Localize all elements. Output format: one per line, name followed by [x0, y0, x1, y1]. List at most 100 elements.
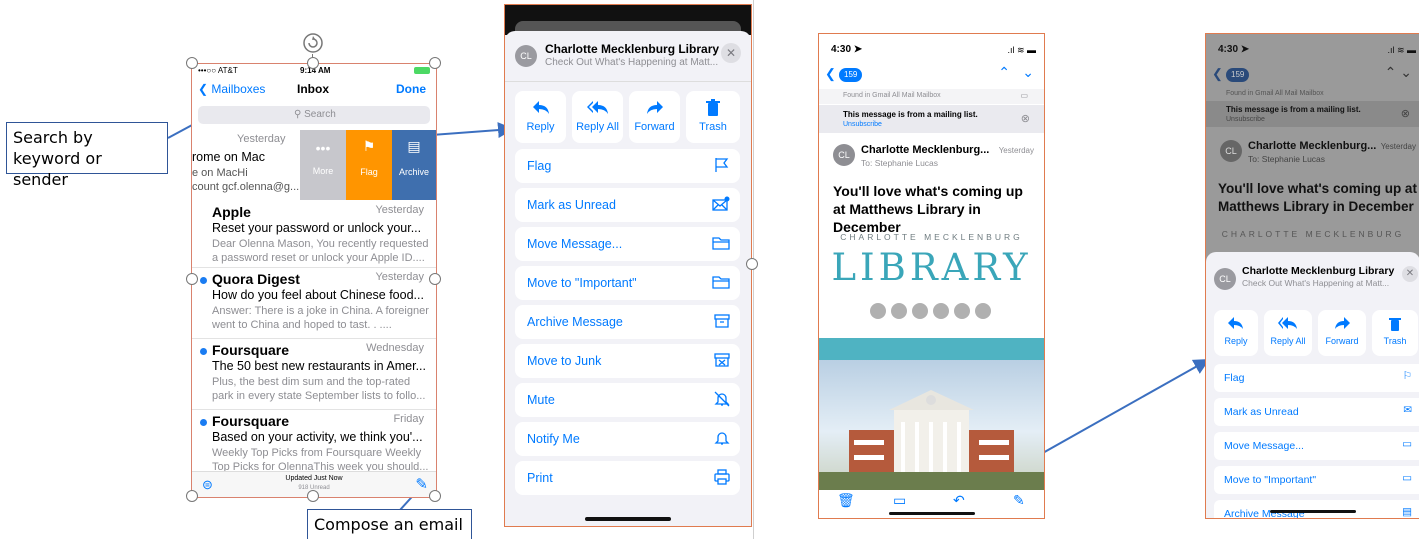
back-button[interactable]: ❮ [825, 66, 836, 82]
mute-menu-item[interactable]: Mute [515, 383, 740, 417]
flag-menu-item[interactable]: Flag ⚐ [1214, 364, 1419, 392]
close-banner-icon[interactable]: ⊗ [1401, 107, 1410, 120]
chevron-down-icon[interactable]: ⌄ [1022, 64, 1034, 81]
trash-button[interactable]: Trash [1372, 310, 1418, 356]
flag-menu-item[interactable]: Flag [515, 149, 740, 183]
folder-icon[interactable]: ▭ [893, 492, 906, 509]
compose-callout: Compose an email [307, 509, 472, 539]
location-arrow-icon: ➤ [1240, 44, 1250, 55]
move-important-menu-item[interactable]: Move to "Important" [515, 266, 740, 300]
found-in-bar: Found in Gmail All Mail Mailbox ▭ [819, 89, 1044, 104]
home-indicator [889, 512, 975, 515]
menu-label: Mute [527, 393, 555, 407]
compose-icon[interactable]: ✎ [415, 475, 428, 493]
mail-row[interactable]: Foursquare Wednesday The 50 best new res… [192, 339, 436, 410]
resize-handle[interactable] [186, 490, 198, 502]
close-icon[interactable]: ✕ [1402, 266, 1418, 282]
resize-handle[interactable] [429, 273, 441, 285]
trash-button[interactable]: Trash [686, 91, 740, 143]
compose-icon[interactable]: ✎ [1013, 492, 1025, 509]
reply-icon [515, 99, 566, 121]
chevron-up-icon[interactable]: ⌃ [998, 64, 1010, 81]
more-swipe-button[interactable]: ••• More [300, 130, 346, 200]
resize-handle[interactable] [307, 490, 319, 502]
mail-row[interactable]: Quora Digest Yesterday How do you feel a… [192, 268, 436, 339]
unread-dot-icon [200, 419, 207, 426]
avatar: CL [1214, 268, 1236, 290]
email-sender: Charlotte Mecklenburg... [861, 144, 990, 156]
menu-label: Move to "Important" [527, 276, 637, 290]
move-important-menu-item[interactable]: Move to "Important" ▭ [1214, 466, 1419, 494]
archive-icon: ▤ [407, 138, 421, 154]
forward-label: Forward [634, 121, 675, 133]
resize-handle[interactable] [186, 273, 198, 285]
mail-preview-line1: Weekly Top Picks from Foursquare Weekly [212, 447, 422, 459]
resize-handle[interactable] [429, 490, 441, 502]
trash-icon[interactable]: 🗑 [837, 492, 855, 509]
trash-label: Trash [699, 121, 727, 133]
move-message-menu-item[interactable]: Move Message... [515, 227, 740, 261]
back-button[interactable]: ❮ [1212, 66, 1223, 82]
unread-badge: 159 [1226, 68, 1250, 82]
resize-handle[interactable] [746, 258, 758, 270]
mailing-list-text: This message is from a mailing list. [1226, 105, 1361, 114]
action-sheet: CL Charlotte Mecklenburg Library Check O… [1206, 252, 1419, 518]
mail-preview-line2: went to China and hoped to tast. . .... [212, 319, 392, 331]
mark-unread-menu-item[interactable]: Mark as Unread ✉ [1214, 398, 1419, 426]
close-banner-icon[interactable]: ⊗ [1021, 112, 1030, 125]
reply-sheet-screen: 4:30 ➤ .ıl ≋ ▬ ❮ 159 ⌃ ⌄ Found in Gmail … [1205, 33, 1419, 519]
mail-sender: Quora Digest [212, 271, 300, 287]
archive-menu-item[interactable]: Archive Message [515, 305, 740, 339]
rotate-handle-icon[interactable] [302, 32, 324, 54]
reply-all-button[interactable]: Reply All [572, 91, 623, 143]
mailboxes-back-button[interactable]: ❮ Mailboxes [198, 82, 265, 96]
menu-label: Move Message... [527, 237, 623, 251]
reply-button[interactable]: Reply [1214, 310, 1258, 356]
location-arrow-icon: ➤ [853, 44, 863, 55]
forward-button[interactable]: Forward [1318, 310, 1366, 356]
unread-dot-icon [200, 277, 207, 284]
unsubscribe-link[interactable]: Unsubscribe [843, 121, 882, 128]
print-menu-item[interactable]: Print [515, 461, 740, 495]
mail-row[interactable]: Foursquare Friday Based on your activity… [192, 410, 436, 473]
menu-label: Mark as Unread [1224, 406, 1299, 418]
reply-all-label: Reply All [576, 121, 619, 133]
reply-button[interactable]: Reply [515, 91, 566, 143]
action-sheet-screen: CL Charlotte Mecklenburg Library Check O… [504, 4, 752, 527]
menu-label: Archive Message [527, 315, 623, 329]
mail-time: Friday [393, 413, 424, 425]
search-input[interactable]: ⚲ Search [198, 106, 430, 124]
unsubscribe-link[interactable]: Unsubscribe [1226, 116, 1265, 123]
resize-handle[interactable] [429, 57, 441, 69]
folder-icon [712, 235, 730, 254]
archive-swipe-button[interactable]: ▤ Archive [392, 130, 436, 200]
resize-handle[interactable] [186, 57, 198, 69]
junk-menu-item[interactable]: Move to Junk [515, 344, 740, 378]
archive-icon [714, 313, 730, 332]
reply-all-label: Reply All [1270, 336, 1306, 346]
done-button[interactable]: Done [396, 82, 426, 96]
mail-row[interactable]: Apple Yesterday Reset your password or u… [192, 201, 436, 268]
status-icons: .ıl ≋ ▬ [1007, 45, 1036, 55]
unread-dot-icon [200, 348, 207, 355]
printer-icon [714, 469, 730, 488]
teal-band [819, 338, 1044, 360]
notify-menu-item[interactable]: Notify Me [515, 422, 740, 456]
flag-swipe-button[interactable]: ⚑ Flag [346, 130, 392, 200]
chevron-up-down-icon[interactable]: ⌃ ⌄ [1385, 64, 1412, 81]
envelope-icon [712, 196, 730, 215]
archive-label: Archive [398, 167, 429, 177]
close-icon[interactable]: ✕ [721, 43, 741, 63]
forward-button[interactable]: Forward [629, 91, 680, 143]
flag-label: Flag [360, 167, 378, 177]
reply-icon[interactable]: ↶ [953, 492, 965, 509]
junk-icon [714, 352, 730, 371]
reply-all-button[interactable]: Reply All [1264, 310, 1312, 356]
mail-preview-line1: Dear Olenna Mason, You recently requeste… [212, 238, 429, 250]
move-message-menu-item[interactable]: Move Message... ▭ [1214, 432, 1419, 460]
menu-label: Flag [1224, 372, 1245, 384]
mailing-list-text: This message is from a mailing list. [843, 110, 978, 119]
resize-handle[interactable] [307, 57, 319, 69]
swiped-mail-row[interactable]: Yesterday rome on Mac e on MacHi count g… [192, 130, 436, 200]
mark-unread-menu-item[interactable]: Mark as Unread [515, 188, 740, 222]
